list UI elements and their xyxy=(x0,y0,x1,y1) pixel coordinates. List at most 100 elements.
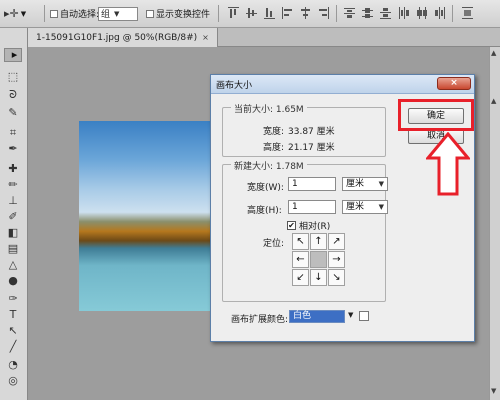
auto-align-layers-icon[interactable] xyxy=(462,7,473,19)
arrow-right-icon: → xyxy=(332,254,341,265)
align-top-icon[interactable] xyxy=(228,7,239,19)
anchor-top-left[interactable]: ↖ xyxy=(292,233,309,250)
3d-orbit-tool-icon[interactable]: ◎ xyxy=(4,374,22,388)
close-icon[interactable]: × xyxy=(202,33,209,42)
distribute-horizontal-center-icon[interactable] xyxy=(416,7,427,19)
options-bar: ▸✛ ▼ 自动选择: 组 ▼ 显示变换控件 xyxy=(0,0,500,28)
ok-highlight-box xyxy=(398,99,474,131)
align-horizontal-center-icon[interactable] xyxy=(300,7,311,19)
anchor-top[interactable]: ↑ xyxy=(310,233,327,250)
height-unit-value: 厘米 xyxy=(346,202,365,212)
close-icon: × xyxy=(450,78,458,88)
arrow-down-left-icon: ↙ xyxy=(296,272,305,283)
eraser-tool-icon[interactable]: ◧ xyxy=(4,226,22,240)
current-height-label: 高度: xyxy=(263,143,285,153)
distribute-bottom-icon[interactable] xyxy=(380,7,391,19)
lasso-tool-icon[interactable]: ᘐ xyxy=(4,88,22,102)
distribute-top-icon[interactable] xyxy=(344,7,355,19)
relative-option[interactable]: ✔ 相对(R) xyxy=(287,219,330,232)
quick-select-tool-icon[interactable]: ✎ xyxy=(4,106,22,120)
show-transform-checkbox[interactable] xyxy=(146,9,154,18)
anchor-center[interactable] xyxy=(310,251,327,268)
close-button[interactable]: × xyxy=(437,77,471,90)
anchor-grid: ↖ ↑ ↗ ← → ↙ ↓ ↘ xyxy=(292,233,346,287)
brush-tool-icon[interactable]: ✏ xyxy=(4,178,22,192)
height-input[interactable]: 1 xyxy=(288,200,336,214)
width-unit-select[interactable]: 厘米 ▼ xyxy=(342,177,388,191)
show-transform-option[interactable]: 显示变换控件 xyxy=(146,5,210,22)
anchor-bottom[interactable]: ↓ xyxy=(310,269,327,286)
toolbar-divider xyxy=(336,5,337,22)
chevron-down-icon: ▼ xyxy=(20,9,27,18)
width-input[interactable]: 1 xyxy=(288,177,336,191)
dodge-tool-icon[interactable]: ● xyxy=(4,274,22,288)
anchor-right[interactable]: → xyxy=(328,251,345,268)
relative-checkbox[interactable]: ✔ xyxy=(287,221,296,230)
healing-brush-tool-icon[interactable]: ✚ xyxy=(4,162,22,176)
document-image xyxy=(79,121,212,311)
new-size-legend: 新建大小: 1.78M xyxy=(231,159,307,172)
dialog-title-bar[interactable]: 画布大小 × xyxy=(211,75,474,94)
scroll-down-icon[interactable]: ▼ xyxy=(491,387,496,395)
dialog-title: 画布大小 xyxy=(216,81,253,91)
relative-label: 相对(R) xyxy=(299,222,331,232)
auto-select-checkbox[interactable] xyxy=(50,9,58,18)
auto-select-dropdown[interactable]: 组 ▼ xyxy=(98,6,138,21)
toolbar-divider xyxy=(452,5,453,22)
document-tab[interactable]: 1-15091G10F1.jpg @ 50%(RGB/8#) × xyxy=(28,28,218,47)
align-left-icon[interactable] xyxy=(282,7,293,19)
red-arrow-icon xyxy=(426,132,470,196)
align-bottom-icon[interactable] xyxy=(264,7,275,19)
vertical-scrollbar[interactable]: ▲ ▲ ▼ xyxy=(489,47,500,400)
document-tab-title: 1-15091G10F1.jpg @ 50%(RGB/8#) xyxy=(36,32,198,43)
blur-tool-icon[interactable]: △ xyxy=(4,258,22,272)
anchor-bottom-left[interactable]: ↙ xyxy=(292,269,309,286)
chevron-down-icon: ▼ xyxy=(378,180,384,188)
current-size-legend: 当前大小: 1.65M xyxy=(231,102,307,115)
clone-stamp-tool-icon[interactable]: ⊥ xyxy=(4,194,22,208)
distribute-left-icon[interactable] xyxy=(398,7,409,19)
extension-color-label: 画布扩展颜色: xyxy=(231,315,289,325)
gradient-tool-icon[interactable]: ▤ xyxy=(4,242,22,256)
shape-tool-icon[interactable]: ╱ xyxy=(4,340,22,354)
distribute-vertical-center-icon[interactable] xyxy=(362,7,373,19)
new-width-label: 宽度(W): xyxy=(247,183,284,193)
tools-panel: ▸ ⬚ ᘐ ✎ ⌗ ✒ ✚ ✏ ⊥ ✐ ◧ ▤ △ ● ✑ T ↖ ╱ ◔ ◎ xyxy=(0,28,28,400)
history-brush-tool-icon[interactable]: ✐ xyxy=(4,210,22,224)
marquee-tool-icon[interactable]: ⬚ xyxy=(4,70,22,84)
anchor-bottom-right[interactable]: ↘ xyxy=(328,269,345,286)
anchor-label: 定位: xyxy=(263,239,285,249)
height-input-value: 1 xyxy=(292,202,298,212)
anchor-top-right[interactable]: ↗ xyxy=(328,233,345,250)
height-unit-select[interactable]: 厘米 ▼ xyxy=(342,200,388,214)
arrow-down-icon: ↓ xyxy=(314,272,323,283)
current-width-value: 33.87 厘米 xyxy=(288,127,335,137)
auto-select-label: 自动选择: xyxy=(60,10,100,20)
move-tool-icon[interactable]: ▸ xyxy=(4,48,22,62)
move-tool-preset[interactable]: ▸✛ ▼ xyxy=(4,5,26,22)
align-right-icon[interactable] xyxy=(318,7,329,19)
distribute-right-icon[interactable] xyxy=(434,7,445,19)
new-height-label: 高度(H): xyxy=(247,206,282,216)
type-tool-icon[interactable]: T xyxy=(4,308,22,322)
eyedropper-tool-icon[interactable]: ✒ xyxy=(4,142,22,156)
chevron-down-icon[interactable]: ▼ xyxy=(348,311,353,319)
extension-color-value: 白色 xyxy=(293,311,312,321)
anchor-left[interactable]: ← xyxy=(292,251,309,268)
3d-rotate-tool-icon[interactable]: ◔ xyxy=(4,358,22,372)
extension-color-swatch[interactable] xyxy=(359,311,369,321)
document-tab-bar: 1-15091G10F1.jpg @ 50%(RGB/8#) × xyxy=(28,28,500,47)
pen-tool-icon[interactable]: ✑ xyxy=(4,292,22,306)
auto-select-option[interactable]: 自动选择: xyxy=(50,5,99,22)
extension-color-select[interactable]: 白色 xyxy=(289,310,345,323)
scroll-up-icon[interactable]: ▲ xyxy=(491,49,496,57)
current-height-value: 21.17 厘米 xyxy=(288,143,335,153)
arrow-down-right-icon: ↘ xyxy=(332,272,341,283)
align-vertical-center-icon[interactable] xyxy=(246,7,257,19)
checkmark-icon: ✔ xyxy=(288,220,295,230)
scroll-up-icon[interactable]: ▲ xyxy=(491,97,496,105)
chevron-down-icon: ▼ xyxy=(378,203,384,211)
crop-tool-icon[interactable]: ⌗ xyxy=(4,126,22,140)
chevron-down-icon: ▼ xyxy=(114,9,120,18)
path-selection-tool-icon[interactable]: ↖ xyxy=(4,324,22,338)
